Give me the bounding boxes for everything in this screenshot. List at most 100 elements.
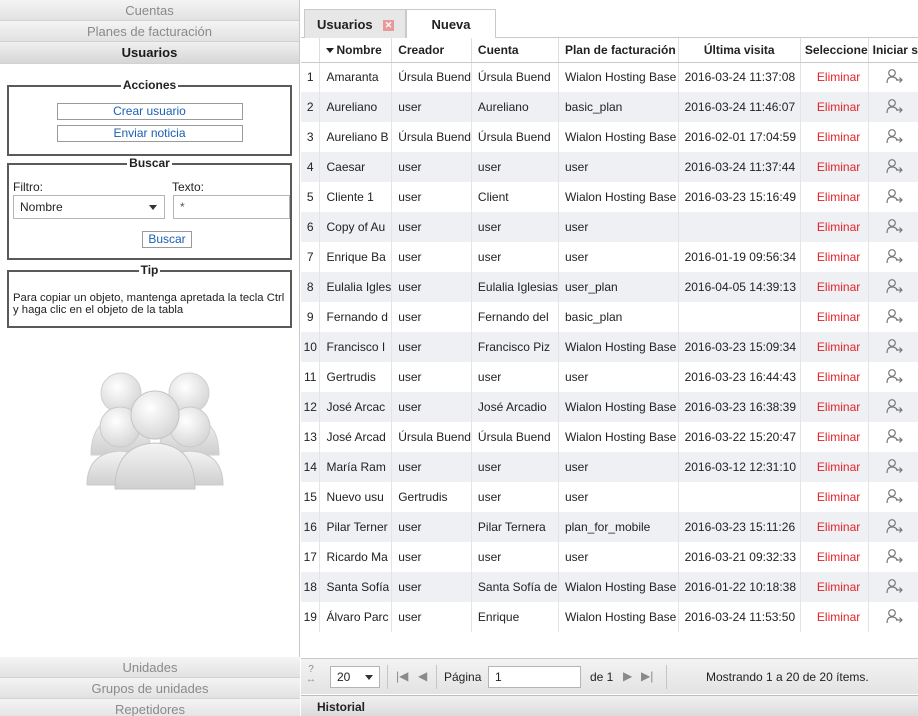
- header-iniciar-sesion[interactable]: Iniciar s: [867, 38, 918, 63]
- first-page-icon[interactable]: |◀: [396, 669, 408, 683]
- table-row[interactable]: 15 Nuevo usu Gertrudis user user Eliminar: [301, 482, 918, 512]
- table-row[interactable]: 2 Aureliano user Aureliano basic_plan 2016-03…: [301, 92, 918, 122]
- history-panel-header[interactable]: Historial: [301, 695, 918, 716]
- cell-plan: user: [557, 242, 679, 272]
- header-nombre[interactable]: Nombre: [319, 38, 392, 63]
- send-notice-button[interactable]: Enviar noticia: [56, 125, 243, 142]
- login-as-user-cell: [867, 62, 918, 92]
- login-as-user-icon[interactable]: [886, 548, 904, 564]
- delete-link[interactable]: Eliminar: [799, 392, 869, 422]
- section-cuentas[interactable]: Cuentas: [0, 0, 299, 21]
- filter-select[interactable]: Nombre: [13, 195, 165, 219]
- header-creador[interactable]: Creador: [391, 38, 472, 63]
- table-row[interactable]: 18 Santa Sofía user Santa Sofía de Wialon Ho…: [301, 572, 918, 602]
- section-planes-facturacion[interactable]: Planes de facturación: [0, 21, 299, 42]
- cell-ultima-visita: [677, 302, 801, 332]
- delete-link[interactable]: Eliminar: [799, 482, 869, 512]
- table-row[interactable]: 5 Cliente 1 user Client Wialon Hosting Base 2…: [301, 182, 918, 212]
- prev-page-icon[interactable]: ◀: [418, 669, 427, 683]
- delete-link[interactable]: Eliminar: [799, 512, 869, 542]
- table-row[interactable]: 17 Ricardo Ma user user user 2016-03-21 09:32…: [301, 542, 918, 572]
- delete-link[interactable]: Eliminar: [799, 182, 869, 212]
- header-ultima-visita[interactable]: Última visita: [677, 38, 801, 63]
- table-row[interactable]: 11 Gertrudis user user user 2016-03-23 16:44:…: [301, 362, 918, 392]
- header-plan[interactable]: Plan de facturación: [557, 38, 679, 63]
- login-as-user-icon[interactable]: [886, 278, 904, 294]
- login-as-user-icon[interactable]: [886, 608, 904, 624]
- tab-usuarios[interactable]: Usuarios ✕: [304, 9, 406, 38]
- next-page-icon[interactable]: ▶: [623, 669, 632, 683]
- search-button[interactable]: Buscar: [142, 231, 192, 248]
- login-as-user-icon[interactable]: [886, 458, 904, 474]
- table-row[interactable]: 7 Enrique Ba user user user 2016-01-19 09:56:…: [301, 242, 918, 272]
- login-as-user-icon[interactable]: [886, 128, 904, 144]
- login-as-user-icon[interactable]: [886, 428, 904, 444]
- delete-link[interactable]: Eliminar: [799, 302, 869, 332]
- login-as-user-cell: [867, 272, 918, 302]
- cell-plan: Wialon Hosting Base: [557, 122, 679, 152]
- delete-link[interactable]: Eliminar: [799, 602, 869, 632]
- section-unidades[interactable]: Unidades: [0, 657, 300, 678]
- table-row[interactable]: 4 Caesar user user user 2016-03-24 11:37:44 El…: [301, 152, 918, 182]
- header-cuenta[interactable]: Cuenta: [470, 38, 559, 63]
- delete-link[interactable]: Eliminar: [799, 542, 869, 572]
- table-row[interactable]: 3 Aureliano B Úrsula Buend Úrsula Buend Wial…: [301, 122, 918, 152]
- last-page-icon[interactable]: ▶|: [641, 669, 653, 683]
- delete-link[interactable]: Eliminar: [799, 422, 869, 452]
- pager: ? ↔ 20 |◀ ◀ Página 1 de 1 ▶ ▶| Mostrando …: [301, 658, 918, 694]
- delete-link[interactable]: Eliminar: [799, 362, 869, 392]
- table-row[interactable]: 9 Fernando d user Fernando del basic_plan Eli…: [301, 302, 918, 332]
- tab-nueva[interactable]: Nueva: [406, 9, 496, 38]
- section-grupos-unidades[interactable]: Grupos de unidades: [0, 678, 300, 699]
- row-number: 3: [301, 122, 320, 152]
- section-repetidores[interactable]: Repetidores: [0, 699, 300, 716]
- section-usuarios[interactable]: Usuarios: [0, 42, 299, 64]
- login-as-user-icon[interactable]: [886, 518, 904, 534]
- login-as-user-icon[interactable]: [886, 398, 904, 414]
- login-as-user-icon[interactable]: [886, 488, 904, 504]
- table-row[interactable]: 8 Eulalia Igles user Eulalia Iglesias user_p…: [301, 272, 918, 302]
- create-user-button[interactable]: Crear usuario: [56, 103, 243, 120]
- cell-creador: user: [391, 452, 472, 482]
- delete-link[interactable]: Eliminar: [799, 272, 869, 302]
- login-as-user-icon[interactable]: [886, 578, 904, 594]
- table-row[interactable]: 6 Copy of Au user user user Eliminar: [301, 212, 918, 242]
- delete-link[interactable]: Eliminar: [799, 572, 869, 602]
- login-as-user-icon[interactable]: [886, 98, 904, 114]
- cell-plan: basic_plan: [557, 92, 679, 122]
- table-row[interactable]: 14 María Ram user user user 2016-03-12 12:31:…: [301, 452, 918, 482]
- row-number: 7: [301, 242, 320, 272]
- table-row[interactable]: 13 José Arcad Úrsula Buend Úrsula Buend Wial…: [301, 422, 918, 452]
- resize-columns-icon[interactable]: ? ↔: [306, 665, 316, 685]
- table-row[interactable]: 12 José Arcac user José Arcadio Wialon Hosti…: [301, 392, 918, 422]
- delete-link[interactable]: Eliminar: [799, 122, 869, 152]
- login-as-user-icon[interactable]: [886, 248, 904, 264]
- delete-link[interactable]: Eliminar: [799, 332, 869, 362]
- row-number: 1: [301, 62, 320, 92]
- login-as-user-icon[interactable]: [886, 158, 904, 174]
- login-as-user-icon[interactable]: [886, 338, 904, 354]
- login-as-user-icon[interactable]: [886, 68, 904, 84]
- cell-plan: plan_for_mobile: [557, 512, 679, 542]
- login-as-user-icon[interactable]: [886, 188, 904, 204]
- delete-link[interactable]: Eliminar: [799, 242, 869, 272]
- delete-link[interactable]: Eliminar: [799, 92, 869, 122]
- page-input[interactable]: 1: [488, 666, 581, 688]
- header-seleccione[interactable]: Seleccione: [799, 38, 869, 63]
- table-row[interactable]: 10 Francisco Iuser Francisco Piz Wialon Hos…: [301, 332, 918, 362]
- delete-link[interactable]: Eliminar: [799, 62, 869, 92]
- per-page-select[interactable]: 20: [330, 666, 380, 688]
- delete-link[interactable]: Eliminar: [799, 452, 869, 482]
- search-text-input[interactable]: *: [173, 195, 290, 219]
- delete-link[interactable]: Eliminar: [799, 152, 869, 182]
- table-row[interactable]: 16 Pilar Terner user Pilar Ternera plan_for_…: [301, 512, 918, 542]
- cell-nombre: Gertrudis: [319, 362, 392, 392]
- close-icon[interactable]: ✕: [383, 20, 394, 31]
- login-as-user-icon[interactable]: [886, 218, 904, 234]
- delete-link[interactable]: Eliminar: [799, 212, 869, 242]
- login-as-user-icon[interactable]: [886, 308, 904, 324]
- table-row[interactable]: 1 Amaranta Úrsula Buend Úrsula Buend Wialon …: [301, 62, 918, 92]
- table-row[interactable]: 19 Álvaro Parc user Enrique Wialon Hosting B…: [301, 602, 918, 632]
- login-as-user-icon[interactable]: [886, 368, 904, 384]
- page-label: Página: [444, 670, 482, 684]
